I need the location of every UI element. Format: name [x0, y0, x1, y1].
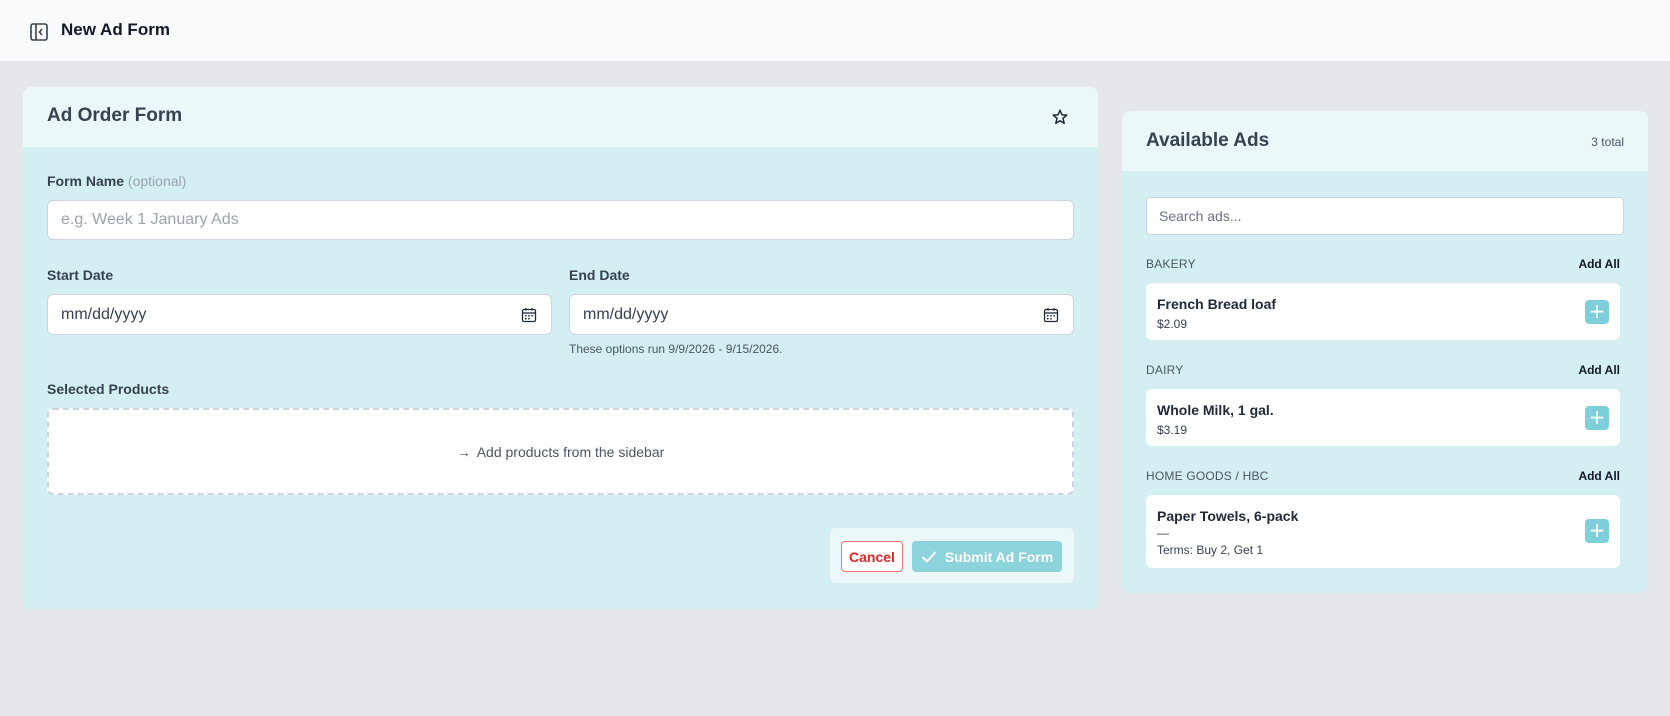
search-placeholder: Search ads...: [1159, 208, 1242, 224]
product-card-paper-towels: Paper Towels, 6-pack — Terms: Buy 2, Get…: [1146, 495, 1620, 568]
product-name: Whole Milk, 1 gal.: [1157, 402, 1274, 418]
sidebar-toggle-icon[interactable]: [28, 21, 50, 43]
search-ads-input[interactable]: Search ads...: [1146, 197, 1624, 235]
product-name: French Bread loaf: [1157, 296, 1277, 312]
category-name: HOME GOODS / HBC: [1146, 469, 1269, 483]
selected-products-label: Selected Products: [47, 381, 170, 397]
category-name: DAIRY: [1146, 363, 1184, 377]
arrow-right-icon: →: [456, 443, 471, 460]
product-card-french-bread: French Bread loaf $2.09 +: [1146, 283, 1620, 340]
cancel-button[interactable]: Cancel: [841, 541, 903, 572]
ad-order-form-card: Ad Order Form Form Name (optional) e.g. …: [23, 87, 1098, 609]
start-date-input[interactable]: mm/dd/yyyy: [47, 294, 552, 335]
product-terms: Terms: Buy 2, Get 1: [1157, 543, 1264, 557]
product-card-whole-milk: Whole Milk, 1 gal. $3.19 +: [1146, 389, 1620, 446]
start-date-value: mm/dd/yyyy: [61, 305, 147, 323]
form-name-label-text: Form Name: [47, 173, 125, 189]
calendar-icon[interactable]: [521, 307, 537, 323]
end-date-label: End Date: [569, 267, 630, 283]
product-name: Paper Towels, 6-pack: [1157, 508, 1299, 524]
product-price: $2.09: [1157, 317, 1188, 331]
star-icon[interactable]: [1051, 108, 1069, 126]
plus-icon[interactable]: +: [1585, 300, 1609, 324]
add-all-bakery-button[interactable]: Add All: [1578, 257, 1620, 271]
empty-products-text: Add products from the sidebar: [476, 443, 665, 460]
available-ads-title: Available Ads: [1146, 130, 1270, 151]
form-card-title: Ad Order Form: [47, 105, 183, 126]
plus-icon[interactable]: +: [1585, 519, 1609, 543]
optional-hint: (optional): [127, 173, 187, 189]
available-ads-panel: Available Ads 3 total Search ads... BAKE…: [1122, 111, 1648, 593]
calendar-icon[interactable]: [1043, 307, 1059, 323]
form-actions: Cancel Submit Ad Form: [830, 528, 1074, 583]
category-header-home-goods: HOME GOODS / HBC Add All: [1146, 469, 1620, 485]
form-name-input[interactable]: e.g. Week 1 January Ads: [47, 200, 1074, 240]
category-header-dairy: DAIRY Add All: [1146, 363, 1620, 379]
form-card-header: Ad Order Form: [23, 87, 1098, 147]
check-icon: [921, 549, 937, 565]
submit-label: Submit Ad Form: [944, 548, 1054, 565]
top-bar: New Ad Form: [0, 0, 1670, 62]
category-name: BAKERY: [1146, 257, 1196, 271]
selected-products-dropzone[interactable]: → Add products from the sidebar: [47, 408, 1074, 495]
form-name-label: Form Name (optional): [47, 173, 186, 189]
add-all-home-goods-button[interactable]: Add All: [1578, 469, 1620, 483]
submit-ad-form-button[interactable]: Submit Ad Form: [912, 541, 1062, 572]
start-date-label: Start Date: [47, 267, 114, 283]
plus-icon[interactable]: +: [1585, 406, 1609, 430]
date-range-hint: These options run 9/9/2026 - 9/15/2026.: [569, 342, 783, 356]
add-all-dairy-button[interactable]: Add All: [1578, 363, 1620, 377]
product-price: —: [1157, 526, 1169, 540]
product-price: $3.19: [1157, 423, 1188, 437]
category-header-bakery: BAKERY Add All: [1146, 257, 1620, 273]
form-name-placeholder: e.g. Week 1 January Ads: [61, 211, 239, 228]
end-date-input[interactable]: mm/dd/yyyy: [569, 294, 1074, 335]
ads-count: 3 total: [1591, 135, 1624, 149]
end-date-value: mm/dd/yyyy: [583, 305, 669, 323]
available-ads-header: Available Ads 3 total: [1122, 111, 1648, 171]
page-title: New Ad Form: [61, 20, 170, 39]
